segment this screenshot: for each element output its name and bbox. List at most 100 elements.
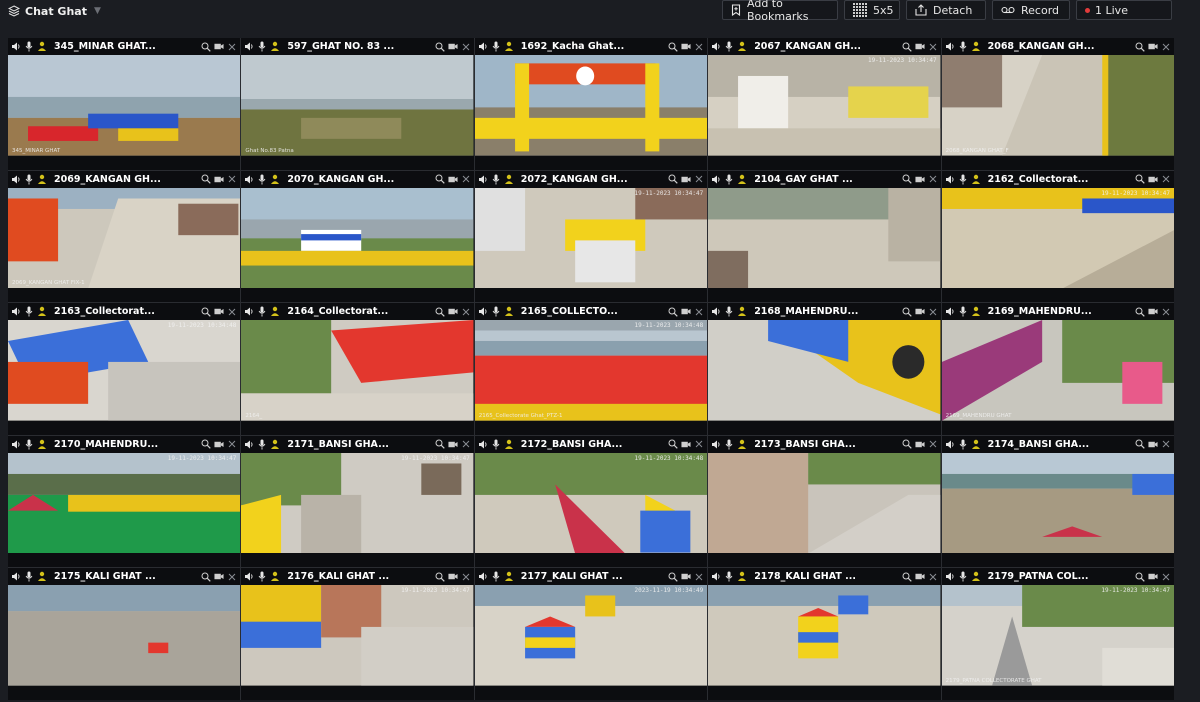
camera-icon[interactable] [681, 438, 691, 450]
speaker-icon[interactable] [478, 173, 488, 185]
speaker-icon[interactable] [244, 571, 254, 583]
camera-tile[interactable]: 2170_MAHENDRU... 19-11-2023 10:34:47 [8, 435, 241, 568]
zoom-icon[interactable] [435, 41, 445, 53]
camera-tile[interactable]: 2172_BANSI GHA... 19-11-2023 10:34:48 [474, 435, 708, 568]
close-icon[interactable] [928, 571, 938, 583]
camera-tile[interactable]: 2171_BANSI GHA... 19-11-2023 10:34:47 [241, 435, 474, 568]
camera-feed[interactable]: 345_MINAR GHAT [8, 55, 241, 156]
camera-icon[interactable] [1148, 438, 1158, 450]
close-icon[interactable] [694, 306, 704, 318]
person-icon[interactable] [971, 571, 981, 583]
speaker-icon[interactable] [478, 438, 488, 450]
speaker-icon[interactable] [244, 41, 254, 53]
camera-icon[interactable] [214, 571, 224, 583]
speaker-icon[interactable] [711, 306, 721, 318]
zoom-icon[interactable] [1135, 571, 1145, 583]
microphone-icon[interactable] [24, 306, 34, 318]
camera-tile[interactable]: 2067_KANGAN GH... 19-11-2023 10:34:47 [708, 38, 941, 170]
close-icon[interactable] [928, 41, 938, 53]
speaker-icon[interactable] [478, 571, 488, 583]
microphone-icon[interactable] [257, 571, 267, 583]
zoom-icon[interactable] [201, 571, 212, 583]
microphone-icon[interactable] [257, 438, 267, 450]
close-icon[interactable] [1161, 41, 1171, 53]
microphone-icon[interactable] [491, 173, 501, 185]
close-icon[interactable] [1161, 571, 1171, 583]
zoom-icon[interactable] [902, 41, 912, 53]
camera-feed[interactable]: 19-11-2023 10:34:47 [708, 55, 941, 156]
close-icon[interactable] [461, 41, 471, 53]
camera-tile[interactable]: 2173_BANSI GHA... [708, 435, 941, 568]
camera-feed[interactable]: 19-11-2023 10:34:47 [941, 187, 1174, 289]
close-icon[interactable] [694, 41, 704, 53]
microphone-icon[interactable] [24, 41, 34, 53]
person-icon[interactable] [270, 438, 280, 450]
camera-icon[interactable] [448, 306, 458, 318]
camera-icon[interactable] [214, 41, 224, 53]
camera-feed[interactable] [241, 187, 474, 289]
camera-icon[interactable] [681, 173, 691, 185]
camera-tile[interactable]: 2169_MAHENDRU... 2169_MAHENDRU GHAT [941, 303, 1174, 435]
zoom-icon[interactable] [902, 571, 912, 583]
speaker-icon[interactable] [11, 41, 21, 53]
zoom-icon[interactable] [902, 438, 912, 450]
speaker-icon[interactable] [945, 571, 955, 583]
person-icon[interactable] [971, 306, 981, 318]
camera-tile[interactable]: 2165_COLLECTO... 19-11-2023 10:34:48 216… [474, 303, 708, 435]
close-icon[interactable] [928, 306, 938, 318]
zoom-icon[interactable] [201, 438, 212, 450]
camera-tile[interactable]: 2175_KALI GHAT ... [8, 568, 241, 700]
camera-feed[interactable] [708, 320, 941, 421]
close-icon[interactable] [1161, 438, 1171, 450]
zoom-icon[interactable] [1135, 41, 1145, 53]
close-icon[interactable] [227, 173, 237, 185]
camera-tile[interactable]: 2177_KALI GHAT ... 2023-11-19 10:34:49 [474, 568, 708, 700]
camera-feed[interactable]: 19-11-2023 10:34:48 [474, 452, 708, 554]
microphone-icon[interactable] [491, 571, 501, 583]
camera-icon[interactable] [915, 173, 925, 185]
person-icon[interactable] [504, 438, 514, 450]
microphone-icon[interactable] [958, 41, 968, 53]
speaker-icon[interactable] [478, 41, 488, 53]
camera-feed[interactable]: 19-11-2023 10:34:47 2179_PATNA COLLECTOR… [941, 585, 1174, 686]
microphone-icon[interactable] [958, 306, 968, 318]
person-icon[interactable] [971, 41, 981, 53]
microphone-icon[interactable] [958, 173, 968, 185]
camera-tile[interactable]: 2176_KALI GHAT ... 19-11-2023 10:34:47 [241, 568, 474, 700]
camera-tile[interactable]: 2179_PATNA COL... 19-11-2023 10:34:47 21… [941, 568, 1174, 700]
camera-tile[interactable]: 2162_Collectorat... 19-11-2023 10:34:47 [941, 170, 1174, 303]
camera-feed[interactable]: 2023-11-19 10:34:49 [474, 585, 708, 686]
zoom-icon[interactable] [668, 571, 678, 583]
camera-feed[interactable]: 19-11-2023 10:34:48 [8, 320, 241, 421]
camera-icon[interactable] [1148, 306, 1158, 318]
live-button[interactable]: 1 Live [1076, 0, 1172, 20]
speaker-icon[interactable] [11, 438, 21, 450]
person-icon[interactable] [37, 306, 47, 318]
speaker-icon[interactable] [244, 173, 254, 185]
person-icon[interactable] [270, 173, 280, 185]
camera-tile[interactable]: 1692_Kacha Ghat... [474, 38, 708, 170]
close-icon[interactable] [227, 438, 237, 450]
camera-tile[interactable]: 2178_KALI GHAT ... [708, 568, 941, 700]
speaker-icon[interactable] [11, 306, 21, 318]
person-icon[interactable] [737, 173, 747, 185]
person-icon[interactable] [971, 438, 981, 450]
speaker-icon[interactable] [478, 306, 488, 318]
speaker-icon[interactable] [945, 173, 955, 185]
camera-feed[interactable]: 19-11-2023 10:34:47 [8, 452, 241, 554]
close-icon[interactable] [461, 438, 471, 450]
person-icon[interactable] [270, 41, 280, 53]
zoom-icon[interactable] [668, 173, 678, 185]
close-icon[interactable] [694, 571, 704, 583]
zoom-icon[interactable] [1135, 438, 1145, 450]
microphone-icon[interactable] [257, 173, 267, 185]
microphone-icon[interactable] [724, 306, 734, 318]
camera-feed[interactable]: 2169_MAHENDRU GHAT [941, 320, 1174, 421]
speaker-icon[interactable] [11, 173, 21, 185]
camera-icon[interactable] [448, 438, 458, 450]
speaker-icon[interactable] [945, 41, 955, 53]
microphone-icon[interactable] [724, 571, 734, 583]
camera-icon[interactable] [448, 41, 458, 53]
camera-tile[interactable]: 2068_KANGAN GH... 2068_KANGAN GHAT_F [941, 38, 1174, 170]
camera-tile[interactable]: 2070_KANGAN GH... [241, 170, 474, 303]
